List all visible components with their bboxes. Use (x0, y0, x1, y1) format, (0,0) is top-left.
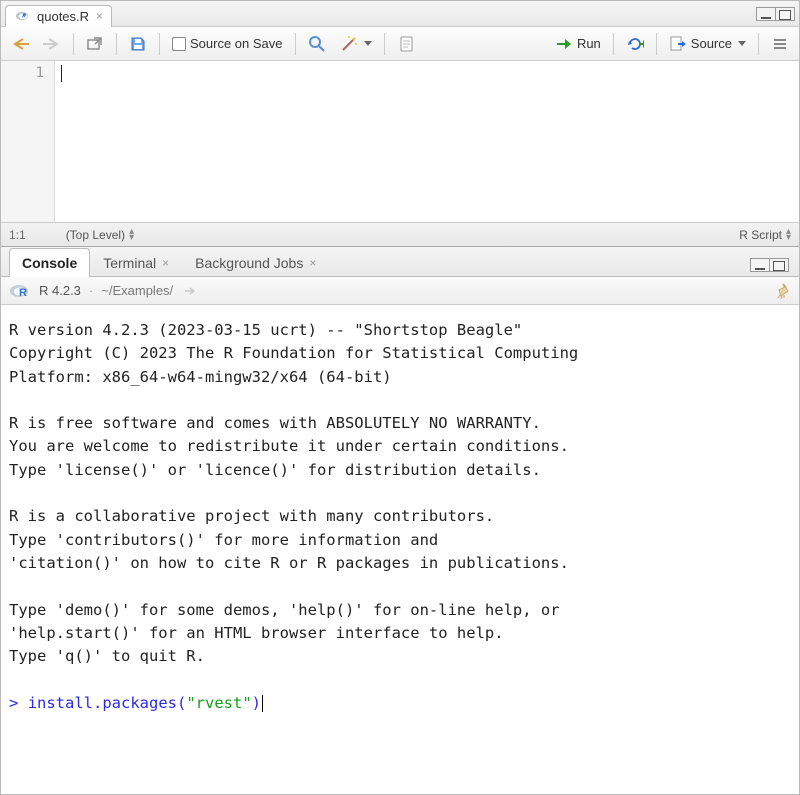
source-pane: quotes.R × (1, 1, 799, 247)
updown-icon: ▴▾ (129, 229, 134, 241)
tab-bgjobs-label: Background Jobs (195, 255, 303, 271)
console-infobar: R R 4.2.3 · ~/Examples/ (1, 277, 799, 305)
rstudio-window: quotes.R × (0, 0, 800, 795)
r-logo-icon: R (9, 282, 31, 300)
run-arrow-icon (555, 35, 573, 53)
tab-terminal[interactable]: Terminal × (90, 248, 182, 277)
maximize-pane-button[interactable] (769, 258, 789, 272)
nav-forward-button[interactable] (39, 32, 65, 56)
clear-console-icon[interactable] (773, 282, 791, 300)
minimize-pane-button[interactable] (756, 7, 776, 21)
prompt-fn: install.packages (28, 694, 177, 712)
svg-text:R: R (19, 287, 27, 299)
tab-background-jobs[interactable]: Background Jobs × (182, 248, 329, 277)
close-icon[interactable]: × (94, 9, 103, 23)
cursor-position: 1:1 (9, 228, 26, 242)
r-version-label: R 4.2.3 (39, 283, 81, 298)
run-label: Run (577, 36, 601, 51)
code-editor[interactable]: 1 (1, 61, 799, 222)
source-on-save-checkbox[interactable]: Source on Save (168, 32, 287, 56)
goto-dir-icon[interactable] (181, 282, 199, 300)
arrow-left-icon (11, 35, 29, 53)
source-on-save-label: Source on Save (190, 36, 283, 51)
outline-icon (771, 35, 789, 53)
find-replace-button[interactable] (304, 32, 330, 56)
source-tab-filename: quotes.R (37, 9, 89, 24)
magic-wand-icon (340, 35, 358, 53)
minimize-pane-button[interactable] (750, 258, 770, 272)
filetype-label: R Script (739, 228, 782, 242)
close-icon[interactable]: × (309, 256, 316, 270)
compile-report-button[interactable] (393, 32, 419, 56)
source-statusbar: 1:1 (Top Level) ▴▾ R Script ▴▾ (1, 222, 799, 246)
tab-console-label: Console (22, 255, 77, 271)
chevron-down-icon (738, 41, 746, 46)
code-tools-button[interactable] (336, 32, 376, 56)
show-in-new-window-button[interactable] (82, 32, 108, 56)
updown-icon: ▴▾ (786, 229, 791, 241)
rerun-icon (626, 35, 644, 53)
checkbox-icon (172, 37, 186, 51)
source-toolbar: Source on Save Run (1, 27, 799, 61)
tab-console[interactable]: Console (9, 248, 90, 277)
gutter-line-number: 1 (1, 65, 44, 81)
maximize-pane-button[interactable] (775, 7, 795, 21)
magnifier-icon (308, 35, 326, 53)
source-tab-quotes[interactable]: quotes.R × (5, 5, 112, 27)
console-banner: R version 4.2.3 (2023-03-15 ucrt) -- "Sh… (9, 321, 578, 665)
close-icon[interactable]: × (162, 256, 169, 270)
console-output[interactable]: R version 4.2.3 (2023-03-15 ucrt) -- "Sh… (1, 305, 799, 794)
source-tabstrip: quotes.R × (1, 1, 799, 27)
run-button[interactable]: Run (551, 32, 605, 56)
source-doc-icon (669, 35, 687, 53)
source-script-button[interactable]: Source (665, 32, 750, 56)
code-body[interactable] (55, 61, 799, 222)
floppy-disk-icon (129, 35, 147, 53)
nav-back-button[interactable] (7, 32, 33, 56)
popup-window-icon (86, 35, 104, 53)
console-window-controls (751, 258, 793, 272)
notebook-icon (397, 35, 415, 53)
prompt-arg: "rvest" (186, 694, 251, 712)
console-tabstrip: Console Terminal × Background Jobs × (1, 247, 799, 277)
console-pane: Console Terminal × Background Jobs × R R (1, 247, 799, 794)
working-directory[interactable]: ~/Examples/ (101, 283, 173, 298)
pane-window-controls (757, 7, 799, 21)
scope-label: (Top Level) (66, 228, 125, 242)
filetype-selector[interactable]: R Script ▴▾ (739, 228, 791, 242)
rerun-button[interactable] (622, 32, 648, 56)
tab-terminal-label: Terminal (103, 255, 156, 271)
save-button[interactable] (125, 32, 151, 56)
text-cursor (262, 695, 263, 712)
r-file-icon (14, 7, 32, 25)
arrow-right-icon (43, 35, 61, 53)
chevron-down-icon (364, 41, 372, 46)
prompt-char: > (9, 694, 18, 712)
scope-selector[interactable]: (Top Level) ▴▾ (66, 228, 134, 242)
source-label: Source (691, 36, 732, 51)
line-gutter: 1 (1, 61, 55, 222)
outline-button[interactable] (767, 32, 793, 56)
